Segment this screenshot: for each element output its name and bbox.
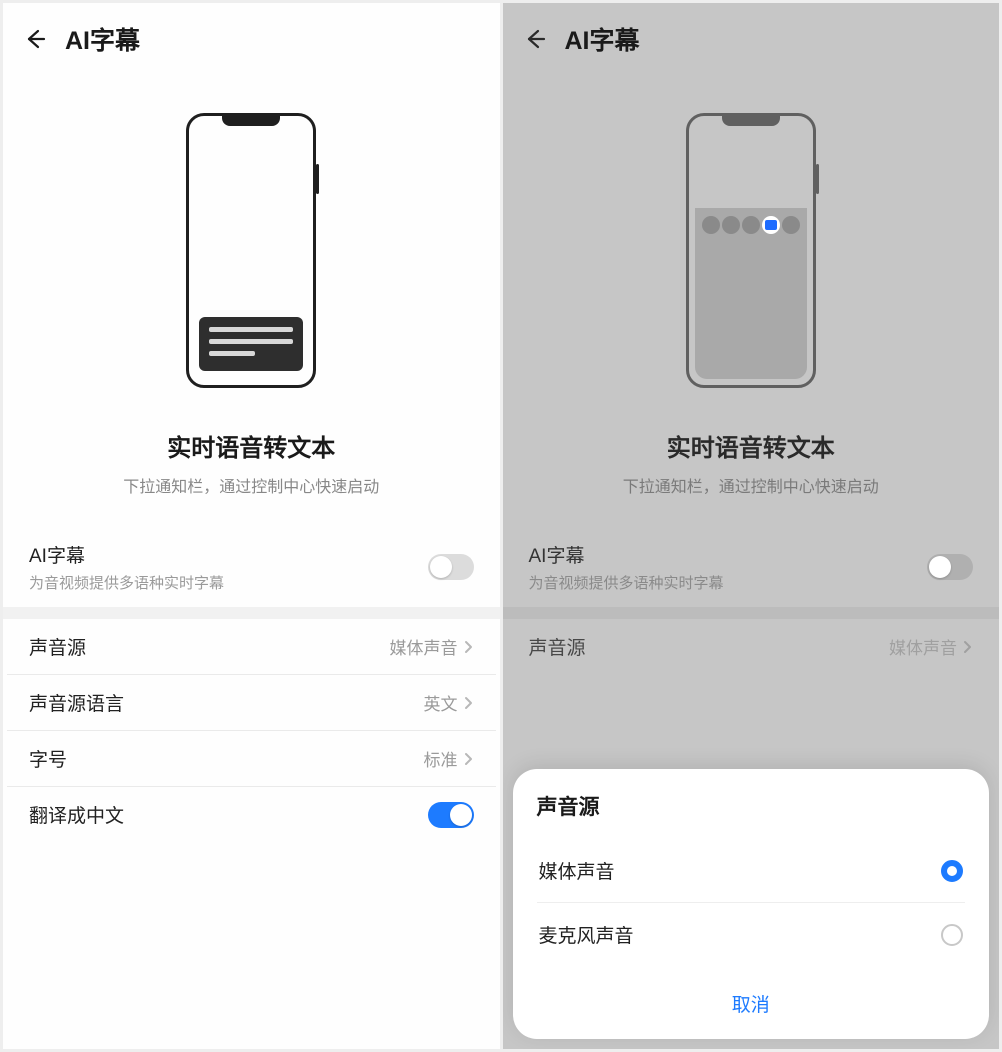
section-divider (3, 607, 500, 619)
page-title: AI字幕 (65, 21, 140, 57)
option-microphone-sound[interactable]: 麦克风声音 (537, 902, 966, 966)
option-label: 麦克风声音 (539, 921, 634, 948)
radio-unselected-icon (941, 924, 963, 946)
hero-subtitle: 下拉通知栏，通过控制中心快速启动 (503, 473, 1000, 497)
caption-overlay-graphic (199, 317, 303, 371)
page-title: AI字幕 (565, 21, 640, 57)
quick-settings-graphic (701, 216, 801, 234)
ai-subtitle-qs-icon (762, 216, 780, 234)
toggle-sublabel: 为音视频提供多语种实时字幕 (29, 572, 224, 593)
row-label: 翻译成中文 (29, 801, 124, 828)
header: AI字幕 (503, 3, 1000, 71)
settings-pane-right: AI字幕 实时语音转文本 下拉通知栏，通过控制中心快速启动 AI字幕 为音视频提… (503, 3, 1000, 1049)
row-value: 媒体声音 (390, 634, 458, 659)
row-value: 标准 (424, 746, 458, 771)
sound-language-row[interactable]: 声音源语言 英文 (7, 674, 496, 730)
option-media-sound[interactable]: 媒体声音 (537, 839, 966, 902)
radio-selected-icon (941, 860, 963, 882)
phone-graphic (186, 113, 316, 388)
chevron-right-icon (961, 639, 973, 655)
row-label: 字号 (29, 745, 67, 772)
ai-subtitle-toggle[interactable] (927, 554, 973, 580)
row-label: 声音源 (529, 633, 586, 660)
toggle-sublabel: 为音视频提供多语种实时字幕 (529, 572, 724, 593)
translate-to-chinese-row[interactable]: 翻译成中文 (7, 786, 496, 842)
ai-subtitle-toggle-row[interactable]: AI字幕 为音视频提供多语种实时字幕 (3, 527, 500, 607)
chevron-right-icon (462, 695, 474, 711)
back-icon[interactable] (523, 27, 547, 51)
translate-toggle[interactable] (428, 802, 474, 828)
row-label: 声音源 (29, 633, 86, 660)
illustration (3, 71, 500, 408)
hero-title: 实时语音转文本 (3, 428, 500, 463)
toggle-label: AI字幕 (529, 541, 724, 568)
row-value: 媒体声音 (889, 634, 957, 659)
section-divider (503, 607, 1000, 619)
row-value: 英文 (424, 690, 458, 715)
row-label: 声音源语言 (29, 689, 124, 716)
header: AI字幕 (3, 3, 500, 71)
ai-subtitle-toggle-row[interactable]: AI字幕 为音视频提供多语种实时字幕 (503, 527, 1000, 607)
option-label: 媒体声音 (539, 857, 615, 884)
sound-source-sheet: 声音源 媒体声音 麦克风声音 取消 (513, 769, 990, 1039)
cancel-button[interactable]: 取消 (537, 972, 966, 1027)
illustration (503, 71, 1000, 408)
sound-source-row[interactable]: 声音源 媒体声音 (3, 619, 500, 674)
back-icon[interactable] (23, 27, 47, 51)
hero-title: 实时语音转文本 (503, 428, 1000, 463)
phone-graphic (686, 113, 816, 388)
chevron-right-icon (462, 639, 474, 655)
sound-source-row-partial[interactable]: 声音源 媒体声音 (503, 619, 1000, 674)
chevron-right-icon (462, 751, 474, 767)
sheet-title: 声音源 (537, 791, 966, 821)
settings-pane-left: AI字幕 实时语音转文本 下拉通知栏，通过控制中心快速启动 AI字幕 为音视频提… (3, 3, 500, 1049)
hero-subtitle: 下拉通知栏，通过控制中心快速启动 (3, 473, 500, 497)
font-size-row[interactable]: 字号 标准 (7, 730, 496, 786)
ai-subtitle-toggle[interactable] (428, 554, 474, 580)
toggle-label: AI字幕 (29, 541, 224, 568)
